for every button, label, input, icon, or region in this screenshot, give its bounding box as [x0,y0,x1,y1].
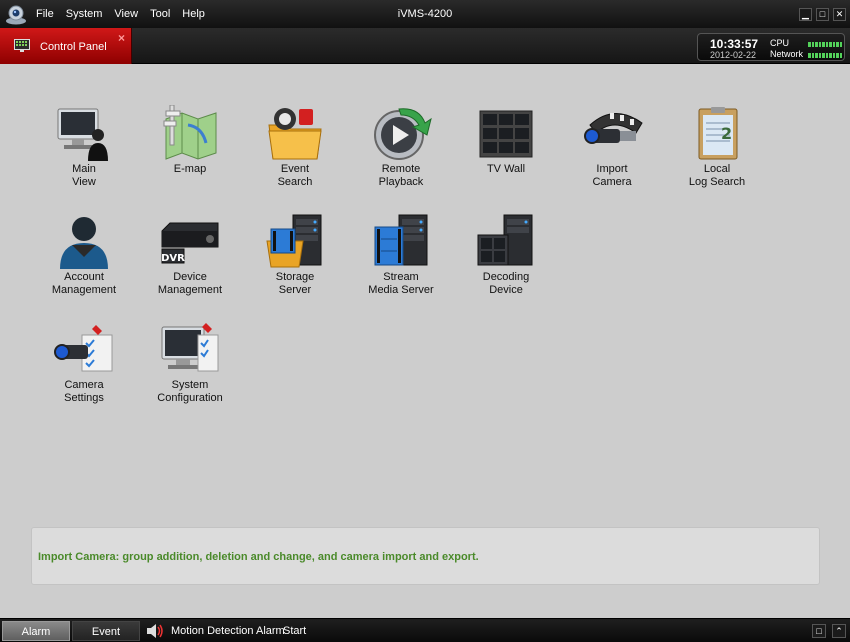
app-logo-icon [6,5,26,25]
tab-label: Control Panel [40,41,107,53]
window-controls: ▁ □ ✕ [799,8,846,21]
close-icon[interactable]: ✕ [833,8,846,21]
tile-e-map[interactable]: E-map [140,105,240,176]
system-configuration-icon [161,323,219,372]
event-search-icon [268,108,322,160]
account-management-icon [60,217,108,269]
tile-label: Local Log Search [688,163,746,188]
storage-server-icon [266,214,322,268]
decoding-device-icon [477,214,533,266]
stream-media-server-icon [374,214,428,266]
tile-label: TV Wall [486,163,526,175]
menu-help[interactable]: Help [176,8,211,20]
local-log-search-icon: 2 [698,107,738,160]
control-panel-icon [14,39,30,52]
tile-label: Remote Playback [378,163,424,188]
tile-label: Event Search [277,163,313,188]
alarm-type: Motion Detection Alarm [171,625,285,637]
dvr-badge: DVR [161,253,185,264]
tile-tv-wall[interactable]: TV Wall [456,105,556,176]
menu-system[interactable]: System [60,8,109,20]
tv-wall-icon [479,110,533,158]
title-bar: File System View Tool Help iVMS-4200 ▁ □… [0,0,850,28]
tile-label: E-map [173,163,207,175]
network-label: Network [770,49,804,59]
tile-stream-media-server[interactable]: Stream Media Server [351,213,451,297]
tile-import-camera[interactable]: Import Camera [562,105,662,189]
network-meter [808,53,842,58]
tile-main-view[interactable]: Main View [34,105,134,189]
tile-remote-playback[interactable]: Remote Playback [351,105,451,189]
clock-date: 2012-02-22 [710,50,757,60]
speaker-icon[interactable] [146,623,164,639]
tile-storage-server[interactable]: Storage Server [245,213,345,297]
tab-bar: Control Panel × 10:33:57 2012-02-22 CPU … [0,28,850,64]
info-panel: Import Camera: group addition, deletion … [31,527,820,585]
restore-icon[interactable]: □ [812,624,826,638]
tile-account-management[interactable]: Account Management [34,213,134,297]
tab-event[interactable]: Event [72,621,140,641]
tile-label: System Configuration [157,379,223,404]
main-view-icon [57,108,108,161]
maximize-icon[interactable]: □ [816,8,829,21]
cpu-meter [808,42,842,47]
cpu-label: CPU [770,38,790,48]
tile-label: Main View [72,163,96,188]
tab-close-icon[interactable]: × [118,32,125,44]
tile-device-management[interactable]: DVR Device Management [140,213,240,297]
tile-system-configuration[interactable]: System Configuration [140,321,240,405]
svg-text:2: 2 [721,124,732,143]
menu-view[interactable]: View [108,8,144,20]
remote-playback-icon [374,108,432,160]
tile-label: Device Management [157,271,223,296]
tab-control-panel[interactable]: Control Panel × [0,28,132,64]
tile-label: Storage Server [275,271,315,296]
menu-bar: File System View Tool Help [30,0,211,28]
info-text: Import Camera: group addition, deletion … [38,551,479,563]
tile-event-search[interactable]: Event Search [245,105,345,189]
tile-label: Account Management [51,271,117,296]
import-camera-icon [584,113,643,144]
menu-tool[interactable]: Tool [144,8,176,20]
clock-time: 10:33:57 [710,37,759,51]
expand-up-icon[interactable]: ⌃ [832,624,846,638]
tile-label: Stream Media Server [368,271,434,296]
tab-alarm[interactable]: Alarm [2,621,70,641]
alarm-action: Start [283,625,307,637]
tile-decoding-device[interactable]: Decoding Device [456,213,556,297]
bottom-bar: Alarm Event Motion Detection Alarm Start… [0,618,850,642]
e-map-icon [163,105,217,160]
tile-label: Camera Settings [64,379,104,404]
menu-file[interactable]: File [30,8,60,20]
device-management-icon: DVR [161,222,219,264]
system-status: 10:33:57 2012-02-22 CPU Network [697,33,845,61]
tile-label: Import Camera [592,163,632,188]
tile-label: Decoding Device [482,271,530,296]
tile-local-log-search[interactable]: 2 Local Log Search [667,105,767,189]
tile-camera-settings[interactable]: Camera Settings [34,321,134,405]
minimize-icon[interactable]: ▁ [799,8,812,21]
camera-settings-icon [54,325,113,372]
